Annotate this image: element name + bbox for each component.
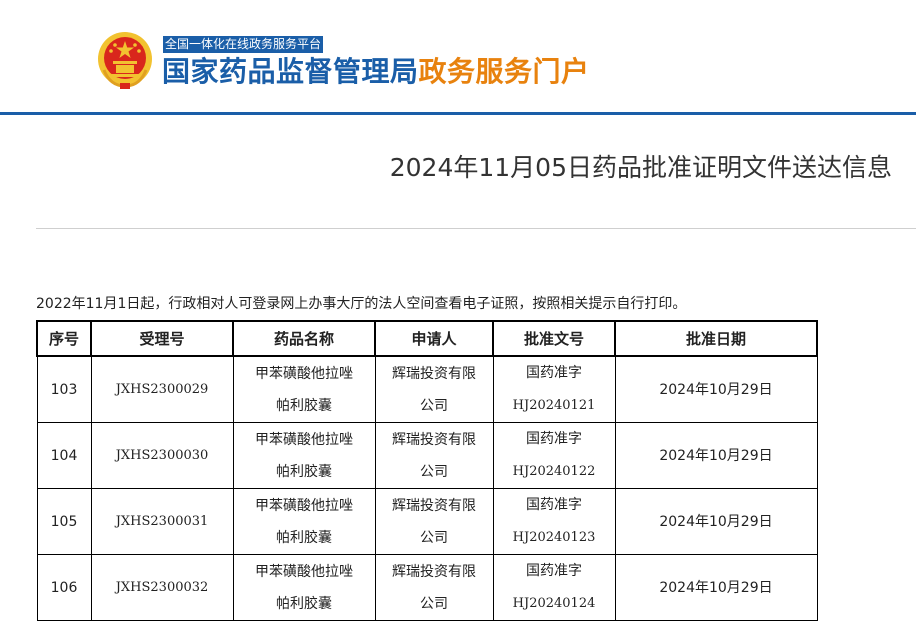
cell-applicant: 辉瑞投资有限 公司	[374, 422, 494, 489]
cell-accept-no: JXHS2300029	[90, 355, 234, 423]
drug-name-line: 帕利胶囊	[276, 595, 332, 612]
table-row: 105 JXHS2300031 甲苯磺酸他拉唑 帕利胶囊 辉瑞投资有限 公司 国药准…	[36, 488, 818, 555]
cell-approval-date: 2024年10月29日	[614, 355, 818, 423]
applicant-line: 公司	[420, 463, 448, 480]
notice-text: 2022年11月1日起，行政相对人可登录网上办事大厅的法人空间查看电子证照，按照…	[36, 296, 687, 312]
drug-name-line: 帕利胶囊	[276, 529, 332, 546]
cell-seq: 105	[36, 488, 92, 555]
applicant-line: 公司	[420, 529, 448, 546]
applicant-line: 公司	[420, 397, 448, 414]
cell-approval-no: 国药准字 HJ20240124	[492, 554, 616, 621]
cell-approval-date: 2024年10月29日	[614, 488, 818, 555]
header-drug-name: 药品名称	[232, 320, 376, 357]
approval-no-line: 国药准字	[526, 365, 582, 381]
cell-applicant: 辉瑞投资有限 公司	[374, 488, 494, 555]
header-approval-no: 批准文号	[492, 320, 616, 357]
cell-accept-no: JXHS2300030	[90, 422, 234, 489]
drug-name-line: 甲苯磺酸他拉唑	[255, 497, 353, 514]
national-emblem-icon	[98, 32, 152, 89]
table-header-row: 序号 受理号 药品名称 申请人 批准文号 批准日期	[36, 320, 818, 357]
approval-no-line: HJ20240124	[512, 596, 596, 611]
cell-accept-no: JXHS2300032	[90, 554, 234, 621]
drug-name-line: 帕利胶囊	[276, 463, 332, 480]
header-applicant: 申请人	[374, 320, 494, 357]
cell-applicant: 辉瑞投资有限 公司	[374, 554, 494, 621]
cell-approval-date: 2024年10月29日	[614, 422, 818, 489]
approval-no-line: 国药准字	[526, 497, 582, 513]
header-divider	[0, 112, 916, 115]
approval-no-line: HJ20240122	[512, 464, 596, 479]
applicant-line: 辉瑞投资有限	[392, 563, 476, 580]
cell-drug-name: 甲苯磺酸他拉唑 帕利胶囊	[232, 488, 376, 555]
drug-name-line: 帕利胶囊	[276, 397, 332, 414]
table-row: 104 JXHS2300030 甲苯磺酸他拉唑 帕利胶囊 辉瑞投资有限 公司 国药准…	[36, 422, 818, 489]
title-divider	[36, 228, 916, 229]
cell-approval-no: 国药准字 HJ20240123	[492, 488, 616, 555]
applicant-line: 辉瑞投资有限	[392, 365, 476, 382]
cell-approval-no: 国药准字 HJ20240122	[492, 422, 616, 489]
approval-table: 序号 受理号 药品名称 申请人 批准文号 批准日期 103 JXHS230002…	[36, 320, 818, 621]
platform-label: 全国一体化在线政务服务平台	[163, 36, 324, 53]
approval-no-line: 国药准字	[526, 563, 582, 579]
drug-name-line: 甲苯磺酸他拉唑	[255, 365, 353, 382]
applicant-line: 辉瑞投资有限	[392, 497, 476, 514]
cell-approval-date: 2024年10月29日	[614, 554, 818, 621]
header-seq: 序号	[36, 320, 92, 357]
cell-drug-name: 甲苯磺酸他拉唑 帕利胶囊	[232, 422, 376, 489]
table-row: 103 JXHS2300029 甲苯磺酸他拉唑 帕利胶囊 辉瑞投资有限 公司 国药准…	[36, 355, 818, 423]
portal-title-accent: 政务服务门户	[418, 55, 590, 88]
cell-seq: 104	[36, 422, 92, 489]
approval-no-line: 国药准字	[526, 431, 582, 447]
portal-title-main: 国家药品监督管理局	[162, 55, 419, 88]
cell-drug-name: 甲苯磺酸他拉唑 帕利胶囊	[232, 355, 376, 423]
site-header: 全国一体化在线政务服务平台 国家药品监督管理局政务服务门户	[0, 0, 916, 113]
cell-applicant: 辉瑞投资有限 公司	[374, 355, 494, 423]
page-title: 2024年11月05日药品批准证明文件送达信息	[389, 153, 892, 182]
table-row: 106 JXHS2300032 甲苯磺酸他拉唑 帕利胶囊 辉瑞投资有限 公司 国药准…	[36, 554, 818, 621]
cell-seq: 106	[36, 554, 92, 621]
drug-name-line: 甲苯磺酸他拉唑	[255, 431, 353, 448]
drug-name-line: 甲苯磺酸他拉唑	[255, 563, 353, 580]
cell-approval-no: 国药准字 HJ20240121	[492, 355, 616, 423]
header-accept-no: 受理号	[90, 320, 234, 357]
header-approval-date: 批准日期	[614, 320, 818, 357]
cell-seq: 103	[36, 355, 92, 423]
applicant-line: 公司	[420, 595, 448, 612]
cell-drug-name: 甲苯磺酸他拉唑 帕利胶囊	[232, 554, 376, 621]
cell-accept-no: JXHS2300031	[90, 488, 234, 555]
approval-no-line: HJ20240121	[512, 398, 596, 413]
approval-no-line: HJ20240123	[512, 530, 596, 545]
portal-title[interactable]: 国家药品监督管理局政务服务门户	[162, 54, 590, 90]
applicant-line: 辉瑞投资有限	[392, 431, 476, 448]
